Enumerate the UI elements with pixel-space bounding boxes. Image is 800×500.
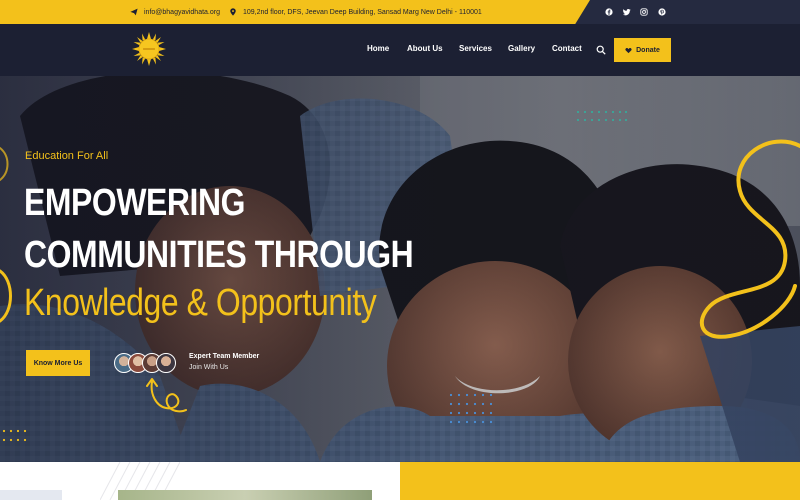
next-section-preview [0, 462, 800, 500]
curly-arrow-decoration [146, 378, 187, 413]
hero-headline-line1: EMPOWERING [24, 182, 246, 224]
map-pin-icon [230, 8, 236, 16]
search-icon[interactable] [596, 45, 606, 55]
dot-grid-decoration-blue [449, 393, 493, 424]
pinterest-icon [658, 8, 666, 16]
topbar-address: 109,2nd floor, DFS, Jeevan Deep Building… [229, 0, 482, 24]
dot-grid-decoration-yellow [2, 429, 27, 442]
hero-kicker: Education For All [25, 150, 109, 162]
pinterest-link[interactable] [656, 6, 668, 18]
know-more-button[interactable]: Know More Us [26, 350, 90, 376]
hero-headline-line3: Knowledge & Opportunity [24, 282, 377, 324]
section-yellow-panel [400, 462, 800, 500]
team-avatars[interactable] [114, 353, 178, 373]
topbar-email-text: info@bhagyavidhata.org [144, 8, 220, 16]
facebook-icon [605, 8, 613, 16]
section-photo [118, 490, 372, 500]
topbar-address-text: 109,2nd floor, DFS, Jeevan Deep Building… [243, 8, 482, 16]
hero-section: Education For All EMPOWERING COMMUNITIES… [0, 76, 800, 462]
left-arc-decoration [0, 269, 12, 323]
hero-headline-line2: COMMUNITIES THROUGH [24, 234, 414, 276]
nav-contact[interactable]: Contact [552, 44, 582, 53]
topbar-email[interactable]: info@bhagyavidhata.org [130, 0, 220, 24]
main-navbar: Home About Us Services Gallery Contact D… [0, 24, 800, 76]
facebook-link[interactable] [603, 6, 615, 18]
instagram-icon [640, 8, 648, 16]
donate-hand-icon [625, 47, 632, 53]
nav-gallery[interactable]: Gallery [508, 44, 535, 53]
top-info-bar: info@bhagyavidhata.org 109,2nd floor, DF… [0, 0, 800, 24]
dot-grid-decoration [577, 111, 627, 121]
avatar [156, 353, 176, 373]
instagram-link[interactable] [638, 6, 650, 18]
team-subtitle[interactable]: Join With Us [189, 364, 228, 371]
paper-plane-icon [130, 8, 138, 16]
twitter-link[interactable] [621, 6, 633, 18]
squiggle-decoration [699, 139, 800, 339]
nav-services[interactable]: Services [459, 44, 492, 53]
team-title: Expert Team Member [189, 353, 260, 360]
page: info@bhagyavidhata.org 109,2nd floor, DF… [0, 0, 800, 500]
donate-label: Donate [636, 46, 660, 54]
section-image-placeholder [0, 490, 62, 500]
donate-button[interactable]: Donate [614, 38, 671, 62]
nav-about-us[interactable]: About Us [407, 44, 443, 53]
twitter-icon [623, 8, 631, 16]
nav-home[interactable]: Home [367, 44, 389, 53]
sun-logo-icon[interactable] [132, 32, 166, 66]
left-arc-decoration-top [0, 147, 9, 181]
